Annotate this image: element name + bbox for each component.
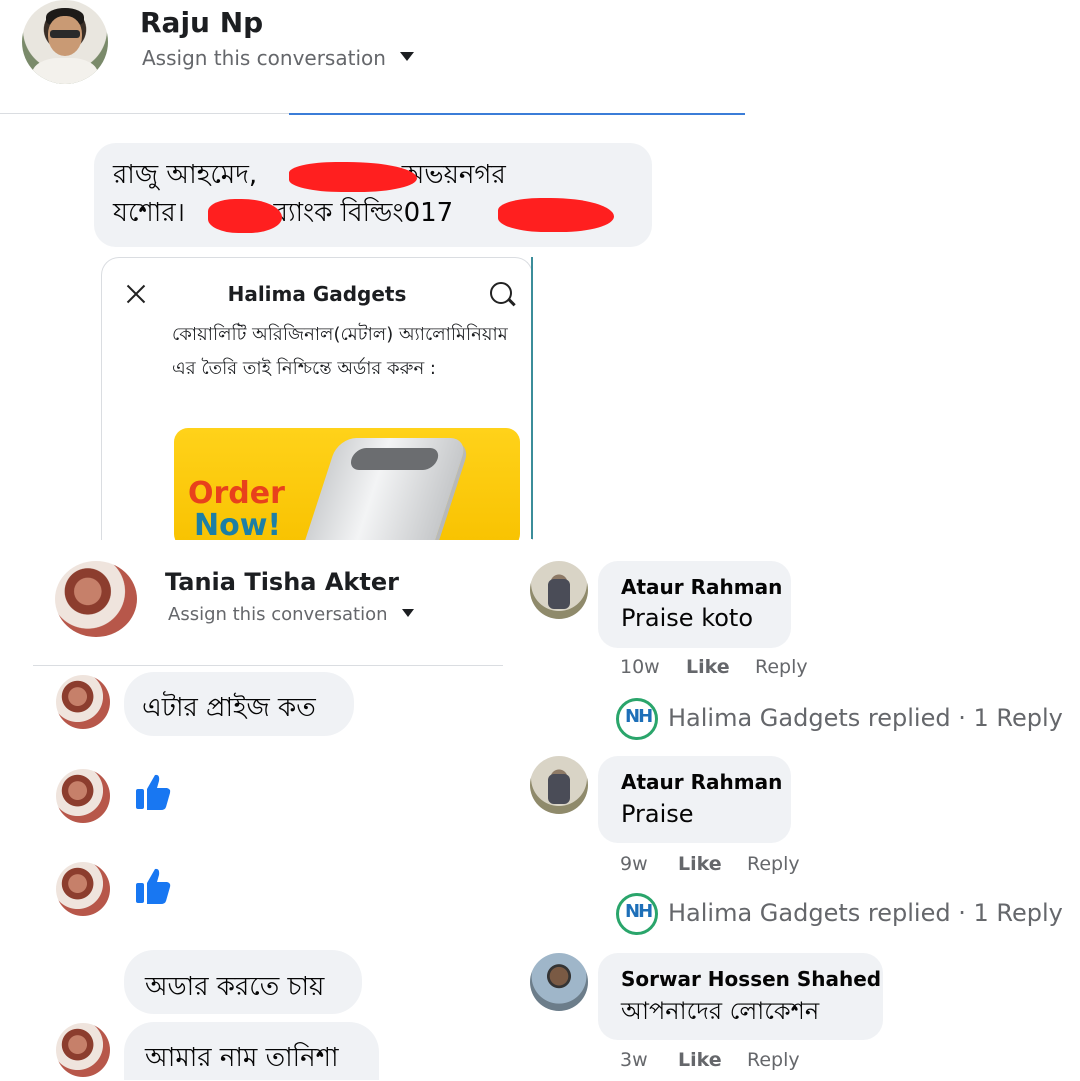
reply-link[interactable]: Reply: [747, 1049, 800, 1071]
comment-author[interactable]: Sorwar Hossen Shahed: [621, 967, 881, 991]
divider: [33, 665, 503, 666]
like-link[interactable]: Like: [686, 656, 730, 678]
chevron-down-icon: [399, 52, 414, 61]
assign-conversation-dropdown[interactable]: Assign this conversation: [142, 46, 414, 70]
avatar: [56, 769, 110, 823]
comment-time: 10w: [620, 656, 660, 678]
comment-text: আপনাদের লোকেশন: [621, 997, 820, 1025]
panel-edge: [531, 257, 533, 539]
message-line-2-end: ব্যাংক বিল্ডিং017: [265, 198, 454, 228]
active-tab-indicator: [289, 113, 745, 115]
card-title: Halima Gadgets: [227, 282, 407, 306]
reply-link[interactable]: Reply: [747, 853, 800, 875]
like-link[interactable]: Like: [678, 1049, 722, 1071]
avatar: [56, 1023, 110, 1077]
assign-conversation-dropdown[interactable]: Assign this conversation: [168, 604, 414, 625]
avatar: [56, 675, 110, 729]
avatar: [56, 862, 110, 916]
link-preview-card[interactable]: Halima Gadgets কোয়ালিটি অরিজিনাল(মেটাল)…: [101, 257, 533, 540]
avatar[interactable]: [530, 756, 588, 814]
redaction-mark: [498, 198, 614, 232]
contact-name[interactable]: Tania Tisha Akter: [165, 568, 399, 596]
avatar[interactable]: [55, 561, 137, 637]
promo-text-line-1: Order: [188, 476, 285, 511]
avatar[interactable]: [530, 953, 588, 1011]
avatar[interactable]: [22, 0, 108, 84]
assign-label: Assign this conversation: [142, 46, 386, 70]
promo-image[interactable]: Order Now!: [174, 428, 520, 540]
phone-case-image: [289, 438, 469, 540]
card-description: কোয়ালিটি অরিজিনাল(মেটাল) অ্যালোমিনিয়াম…: [172, 324, 508, 379]
comment-time: 3w: [620, 1049, 648, 1071]
comment-author[interactable]: Ataur Rahman: [621, 770, 782, 794]
assign-label: Assign this conversation: [168, 604, 388, 625]
avatar[interactable]: [530, 561, 588, 619]
comment-text: Praise koto: [621, 604, 754, 632]
promo-text-line-2: Now!: [194, 508, 282, 540]
message-text: অডার করতে চায়: [145, 972, 325, 1002]
reply-link[interactable]: Reply: [755, 656, 808, 678]
comment-time: 9w: [620, 853, 648, 875]
halima-gadgets-logo: NH: [616, 893, 658, 935]
thumbs-up-icon: [136, 774, 171, 810]
redaction-mark: [208, 199, 282, 233]
thumbs-up-icon: [136, 868, 171, 904]
message-line-1: রাজু আহমেদ,: [113, 160, 266, 190]
view-replies-link[interactable]: Halima Gadgets replied · 1 Reply: [668, 704, 1063, 732]
message-text: এটার প্রাইজ কত: [142, 693, 316, 723]
view-replies-link[interactable]: Halima Gadgets replied · 1 Reply: [668, 899, 1063, 927]
contact-name[interactable]: Raju Np: [140, 6, 263, 39]
search-icon[interactable]: [490, 282, 512, 304]
message-text: আমার নাম তানিশা: [145, 1043, 339, 1073]
redaction-mark: [289, 162, 417, 192]
message-line-2: যশোর।: [113, 198, 194, 228]
halima-gadgets-logo: NH: [616, 698, 658, 740]
comment-author[interactable]: Ataur Rahman: [621, 575, 782, 599]
like-link[interactable]: Like: [678, 853, 722, 875]
comment-text: Praise: [621, 800, 694, 828]
chevron-down-icon: [401, 609, 414, 617]
